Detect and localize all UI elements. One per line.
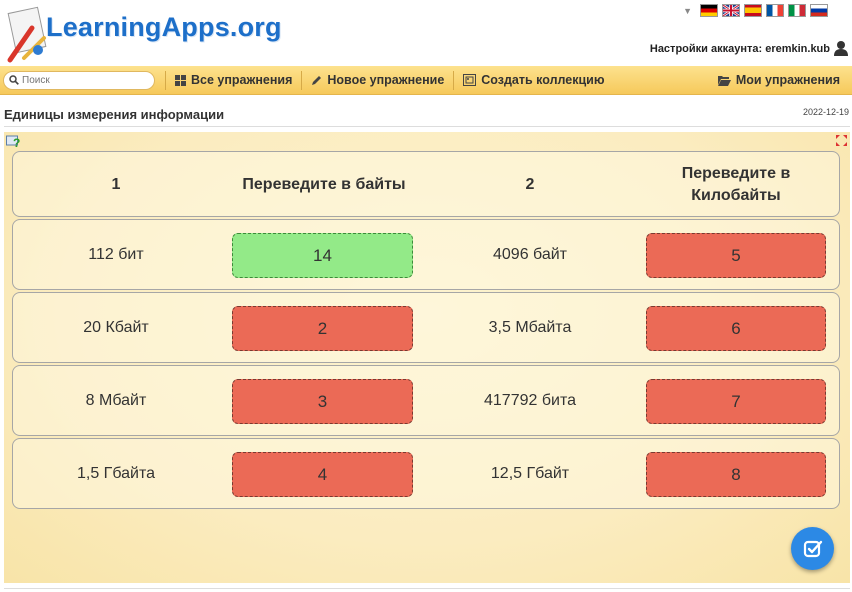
title-divider [4, 126, 850, 127]
pencil-icon [312, 75, 322, 85]
header-col-3: 2 [525, 176, 535, 193]
header-col-1: 1 [111, 176, 121, 193]
table-row: 1,5 Гбайта 4 12,5 Гбайт 8 [12, 438, 840, 509]
ru-flag-icon[interactable] [810, 4, 828, 17]
check-answers-button[interactable] [791, 527, 834, 570]
nav-new-exercise[interactable]: Новое упражнение [301, 70, 453, 90]
logo-icon[interactable] [6, 4, 48, 64]
table-header-row: 1 Переведите в байты 2 Переведите в Кило… [12, 151, 840, 217]
question-right: 4096 байт [493, 246, 567, 263]
main-toolbar: Все упражнения Новое упражнение Создать … [0, 66, 852, 95]
help-icon[interactable]: ? [6, 134, 20, 148]
fr-flag-icon[interactable] [766, 4, 784, 17]
question-right: 12,5 Гбайт [490, 465, 570, 482]
nav-new-exercise-label: Новое упражнение [327, 73, 445, 87]
table-row: 112 бит 14 4096 байт 5 [12, 219, 840, 290]
search-box[interactable] [3, 70, 155, 90]
nav-create-collection-label: Создать коллекцию [481, 73, 605, 87]
answer-left[interactable]: 14 [232, 233, 413, 278]
table-row: 8 Мбайт 3 417792 бита 7 [12, 365, 840, 436]
question-left: 20 Кбайт [83, 319, 149, 336]
svg-text:?: ? [13, 136, 20, 148]
de-flag-icon[interactable] [700, 4, 718, 17]
answer-left[interactable]: 2 [232, 306, 413, 351]
nav-my-exercises[interactable]: Мои упражнения [709, 71, 852, 90]
page-date: 2022-12-19 [802, 107, 849, 117]
account-settings-link[interactable]: Настройки аккаунта: eremkin.kub [650, 43, 830, 55]
grid-icon [175, 74, 186, 86]
bottom-divider [4, 588, 850, 589]
app-area: ? 1 Переведите в байты 2 Переведите в Ки… [4, 132, 850, 583]
page-title: Единицы измерения информации [4, 107, 225, 122]
header-col-2: Переведите в байты [242, 176, 406, 193]
nav-create-collection[interactable]: Создать коллекцию [453, 70, 613, 90]
header-col-4-line2: Килобайты [691, 187, 781, 204]
table-row: 20 Кбайт 2 3,5 Мбайта 6 [12, 292, 840, 363]
nav-all-exercises-label: Все упражнения [191, 73, 293, 87]
question-left: 112 бит [88, 246, 144, 263]
check-icon [803, 540, 822, 557]
answer-right[interactable]: 7 [646, 379, 826, 424]
nav-all-exercises[interactable]: Все упражнения [165, 70, 301, 90]
user-icon[interactable] [834, 40, 848, 56]
question-left: 1,5 Гбайта [76, 465, 156, 482]
collection-icon [463, 74, 477, 86]
es-flag-icon[interactable] [744, 4, 762, 17]
search-input[interactable] [22, 74, 142, 86]
answer-left[interactable]: 4 [232, 452, 413, 497]
answer-right[interactable]: 8 [646, 452, 826, 497]
question-right: 417792 бита [484, 392, 576, 409]
search-icon [9, 75, 19, 85]
header-col-4-line1: Переведите в [681, 165, 791, 182]
question-left: 8 Мбайт [85, 392, 147, 409]
it-flag-icon[interactable] [788, 4, 806, 17]
answer-right[interactable]: 6 [646, 306, 826, 351]
nav-my-exercises-label: Мои упражнения [735, 73, 840, 87]
en-flag-icon[interactable] [722, 4, 740, 17]
folder-icon [717, 75, 731, 86]
site-logo-text[interactable]: LearningApps.org [46, 12, 282, 43]
fullscreen-icon[interactable] [836, 135, 847, 146]
language-selector[interactable]: ▼ [683, 4, 828, 17]
answer-left[interactable]: 3 [232, 379, 413, 424]
answer-right[interactable]: 5 [646, 233, 826, 278]
question-right: 3,5 Мбайта [488, 319, 572, 336]
site-header: LearningApps.org ▼ Настройки аккаунта: e… [0, 0, 852, 66]
language-dropdown-icon[interactable]: ▼ [683, 6, 692, 16]
header-col-4: Переведите в Килобайты [631, 163, 841, 207]
